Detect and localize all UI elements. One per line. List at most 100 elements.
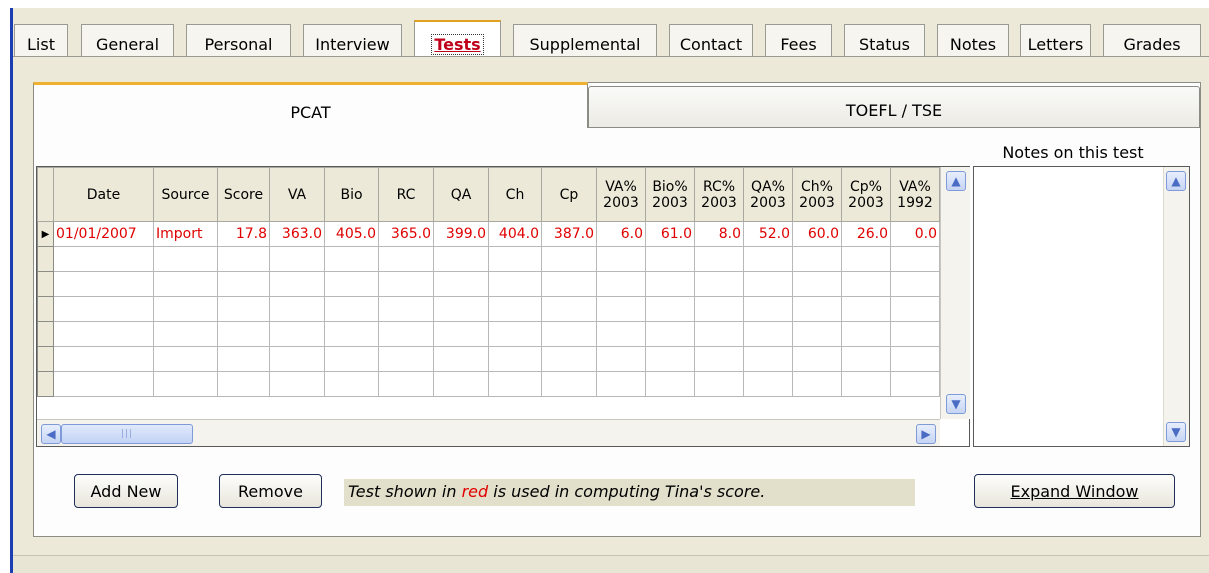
table-cell[interactable] bbox=[488, 271, 542, 297]
table-cell[interactable] bbox=[433, 296, 489, 322]
table-cell[interactable] bbox=[433, 346, 489, 372]
table-cell[interactable] bbox=[645, 321, 695, 347]
table-cell[interactable] bbox=[841, 271, 891, 297]
column-header[interactable]: QA bbox=[433, 167, 489, 222]
table-cell[interactable] bbox=[694, 371, 744, 397]
table-cell[interactable] bbox=[433, 246, 489, 272]
column-header[interactable]: Bio bbox=[324, 167, 379, 222]
tab-pcat[interactable]: PCAT bbox=[33, 82, 588, 128]
table-row-empty[interactable] bbox=[37, 371, 940, 397]
table-cell[interactable] bbox=[324, 371, 379, 397]
notes-textarea[interactable]: ▲ ▼ bbox=[973, 166, 1190, 447]
table-cell[interactable] bbox=[53, 371, 154, 397]
add-new-button[interactable]: Add New bbox=[74, 474, 178, 508]
table-cell[interactable] bbox=[792, 296, 842, 322]
table-cell[interactable] bbox=[269, 321, 325, 347]
table-cell[interactable] bbox=[694, 346, 744, 372]
scroll-thumb[interactable]: ||| bbox=[61, 424, 193, 444]
row-selector[interactable] bbox=[37, 246, 54, 272]
table-cell[interactable] bbox=[153, 296, 218, 322]
table-cell[interactable] bbox=[645, 246, 695, 272]
row-selector[interactable] bbox=[37, 296, 54, 322]
column-header[interactable]: Ch bbox=[488, 167, 542, 222]
table-cell[interactable] bbox=[743, 371, 793, 397]
column-header[interactable]: Date bbox=[53, 167, 154, 222]
table-cell[interactable] bbox=[792, 371, 842, 397]
column-header[interactable]: Cp% 2003 bbox=[841, 167, 891, 222]
table-cell[interactable] bbox=[153, 271, 218, 297]
grid-horizontal-scrollbar[interactable]: ◀ ||| ▶ bbox=[37, 419, 940, 446]
table-row-empty[interactable] bbox=[37, 346, 940, 372]
table-cell[interactable] bbox=[541, 346, 597, 372]
table-cell[interactable] bbox=[324, 321, 379, 347]
table-cell[interactable] bbox=[890, 246, 940, 272]
table-cell[interactable]: 363.0 bbox=[269, 221, 325, 247]
table-cell[interactable] bbox=[53, 271, 154, 297]
table-cell[interactable] bbox=[153, 371, 218, 397]
table-cell[interactable] bbox=[217, 246, 270, 272]
table-cell[interactable] bbox=[743, 321, 793, 347]
table-cell[interactable] bbox=[217, 371, 270, 397]
column-header[interactable]: Ch% 2003 bbox=[792, 167, 842, 222]
table-cell[interactable] bbox=[541, 246, 597, 272]
table-cell[interactable]: 52.0 bbox=[743, 221, 793, 247]
table-cell[interactable] bbox=[645, 296, 695, 322]
table-cell[interactable]: 01/01/2007 bbox=[53, 221, 154, 247]
table-cell[interactable] bbox=[269, 346, 325, 372]
tab-toefl-tse[interactable]: TOEFL / TSE bbox=[588, 86, 1200, 128]
table-cell[interactable] bbox=[541, 371, 597, 397]
notes-scrollbar[interactable]: ▲ ▼ bbox=[1163, 167, 1189, 446]
table-cell[interactable] bbox=[645, 371, 695, 397]
column-header[interactable]: QA% 2003 bbox=[743, 167, 793, 222]
column-header[interactable]: VA% 2003 bbox=[596, 167, 646, 222]
grid-vertical-scrollbar[interactable]: ▲ ▼ bbox=[940, 167, 970, 419]
table-row-empty[interactable] bbox=[37, 296, 940, 322]
table-cell[interactable] bbox=[488, 321, 542, 347]
chevron-down-icon[interactable]: ▼ bbox=[1166, 422, 1186, 442]
chevron-up-icon[interactable]: ▲ bbox=[1166, 171, 1186, 191]
table-cell[interactable] bbox=[433, 371, 489, 397]
table-cell[interactable] bbox=[53, 296, 154, 322]
table-cell[interactable]: Import bbox=[153, 221, 218, 247]
table-cell[interactable]: 404.0 bbox=[488, 221, 542, 247]
table-cell[interactable] bbox=[269, 371, 325, 397]
table-cell[interactable] bbox=[269, 271, 325, 297]
table-cell[interactable] bbox=[792, 246, 842, 272]
table-cell[interactable] bbox=[53, 246, 154, 272]
column-header[interactable]: Score bbox=[217, 167, 270, 222]
row-selector[interactable] bbox=[37, 271, 54, 297]
table-cell[interactable] bbox=[890, 346, 940, 372]
test-scores-grid[interactable]: Date Source Score VA Bio RC QA Ch Cp VA% 2003 Bio% 2… bbox=[36, 166, 970, 447]
row-selector[interactable] bbox=[37, 321, 54, 347]
table-row-empty[interactable] bbox=[37, 321, 940, 347]
table-cell[interactable]: 60.0 bbox=[792, 221, 842, 247]
table-cell[interactable] bbox=[743, 246, 793, 272]
table-cell[interactable] bbox=[792, 346, 842, 372]
table-cell[interactable]: 0.0 bbox=[890, 221, 940, 247]
table-cell[interactable] bbox=[694, 321, 744, 347]
table-cell[interactable]: 387.0 bbox=[541, 221, 597, 247]
chevron-left-icon[interactable]: ◀ bbox=[41, 424, 61, 444]
table-cell[interactable] bbox=[269, 296, 325, 322]
table-cell[interactable] bbox=[378, 271, 434, 297]
table-cell[interactable] bbox=[217, 346, 270, 372]
column-header[interactable]: Bio% 2003 bbox=[645, 167, 695, 222]
table-cell[interactable] bbox=[217, 271, 270, 297]
table-cell[interactable] bbox=[841, 371, 891, 397]
table-cell[interactable]: 61.0 bbox=[645, 221, 695, 247]
table-cell[interactable] bbox=[324, 346, 379, 372]
table-cell[interactable] bbox=[378, 321, 434, 347]
table-cell[interactable] bbox=[378, 246, 434, 272]
table-cell[interactable] bbox=[694, 271, 744, 297]
table-cell[interactable] bbox=[841, 346, 891, 372]
chevron-down-icon[interactable]: ▼ bbox=[946, 394, 966, 414]
table-cell[interactable] bbox=[541, 271, 597, 297]
remove-button[interactable]: Remove bbox=[219, 474, 322, 508]
row-selector[interactable] bbox=[37, 371, 54, 397]
table-cell[interactable] bbox=[217, 296, 270, 322]
table-cell[interactable] bbox=[324, 246, 379, 272]
table-cell[interactable] bbox=[694, 246, 744, 272]
table-cell[interactable]: 17.8 bbox=[217, 221, 270, 247]
table-cell[interactable] bbox=[841, 246, 891, 272]
table-cell[interactable] bbox=[596, 271, 646, 297]
